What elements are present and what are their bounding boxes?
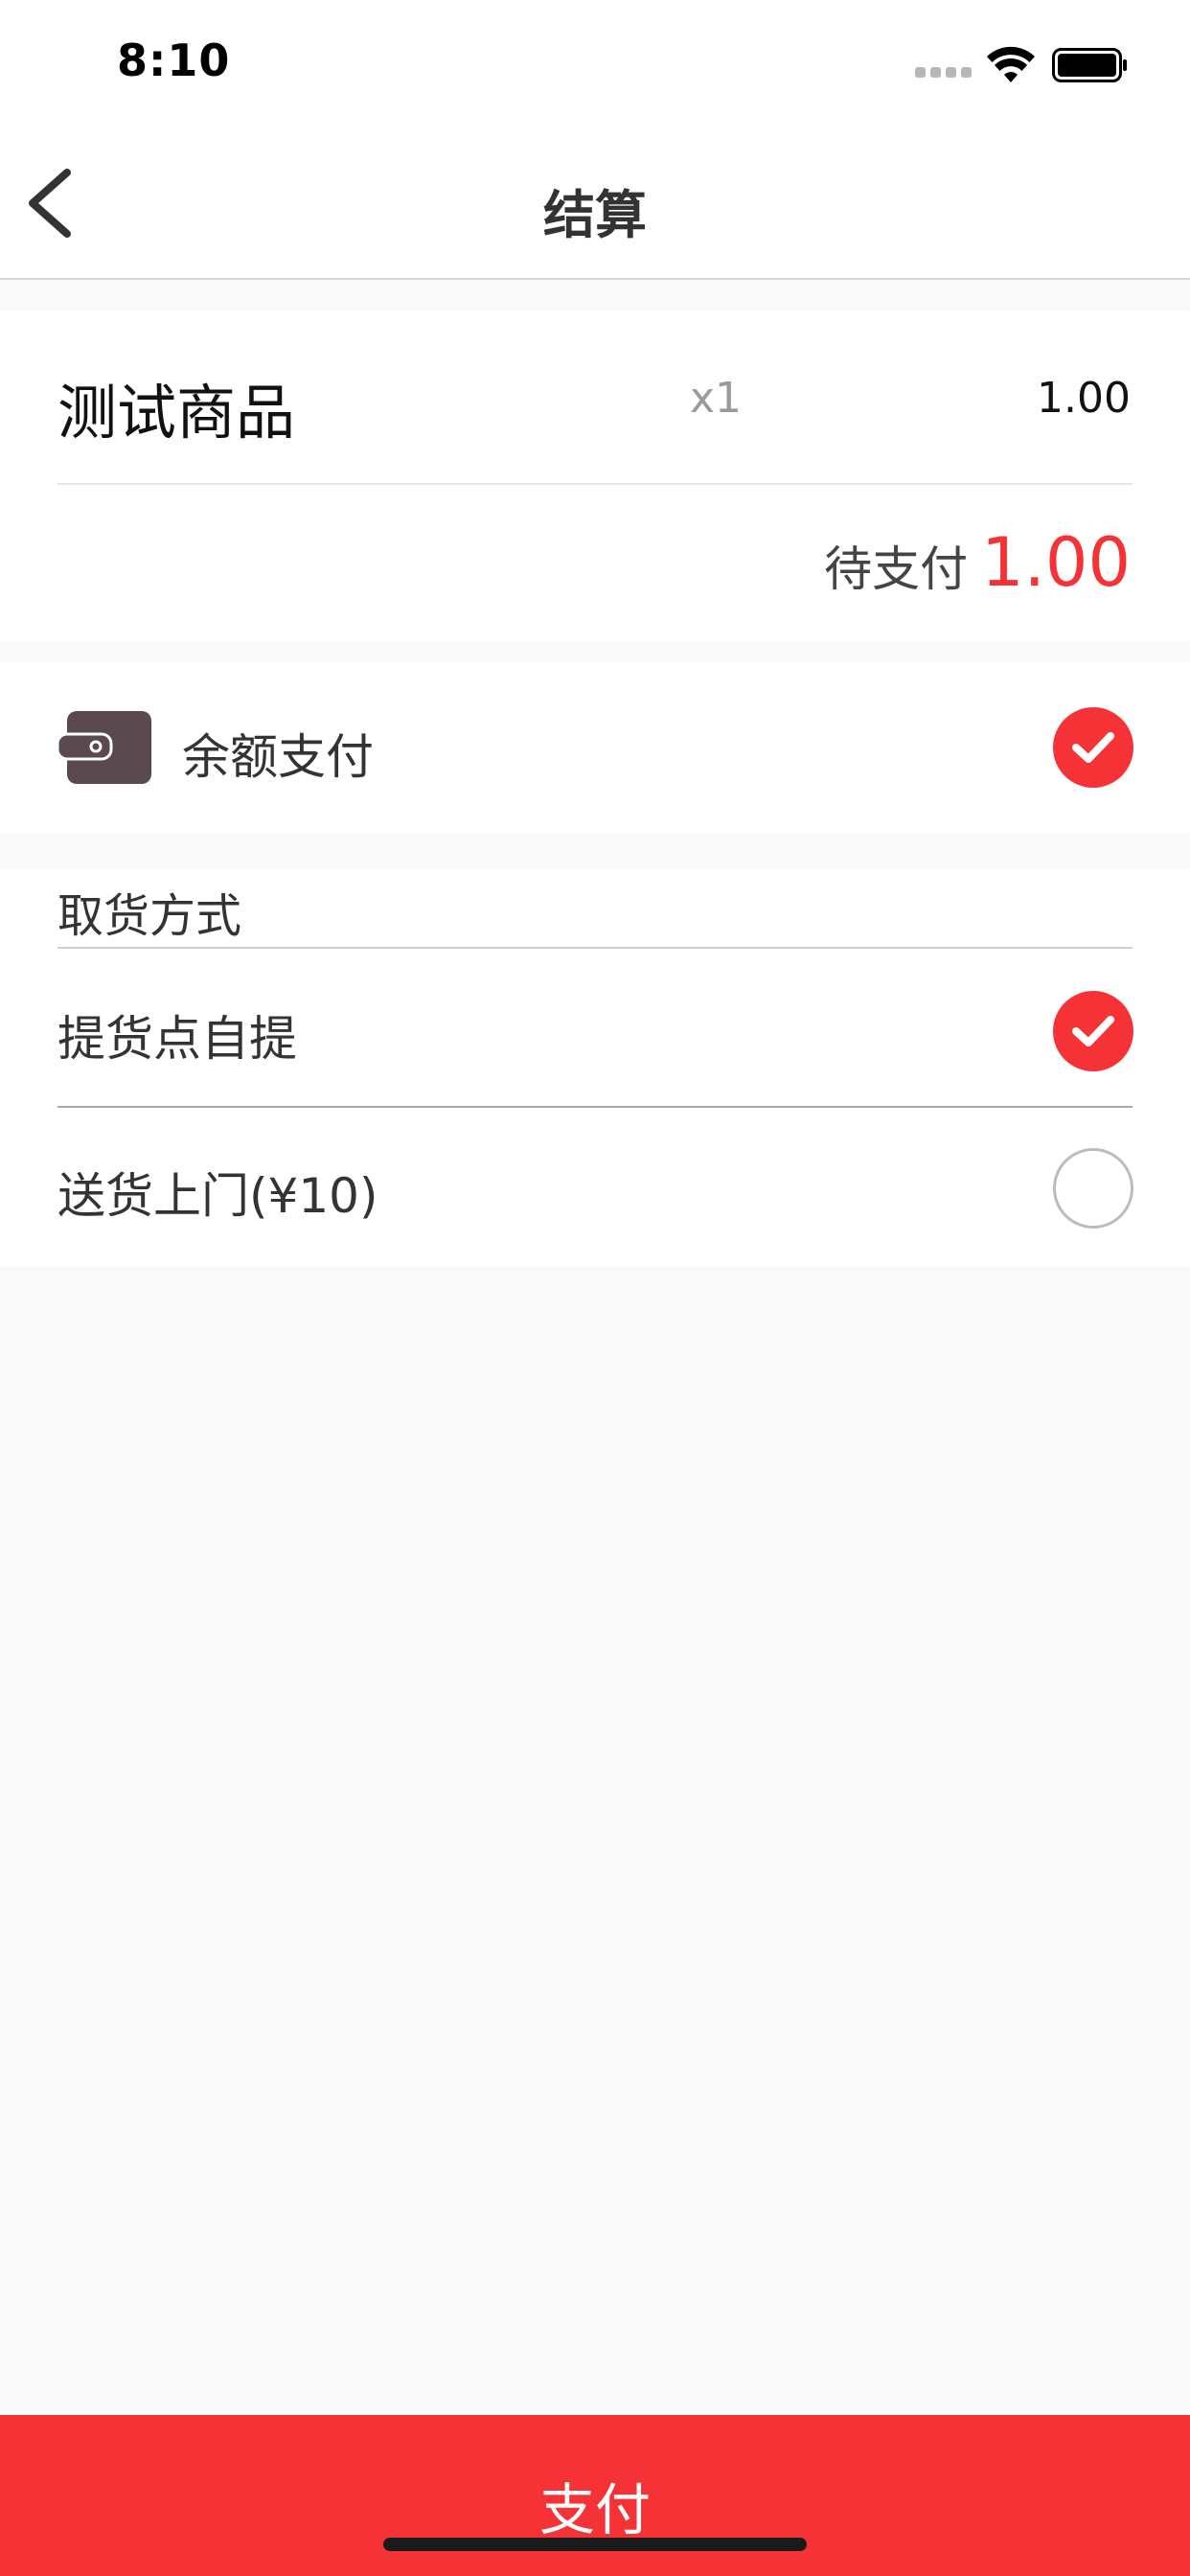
check-circle-icon[interactable] bbox=[1053, 707, 1133, 788]
product-price: 1.00 bbox=[1037, 374, 1131, 423]
pickup-method-header: 取货方式 bbox=[57, 889, 242, 943]
divider bbox=[57, 1106, 1133, 1108]
pay-button-label: 支付 bbox=[538, 2479, 651, 2542]
page-title: 结算 bbox=[543, 185, 647, 245]
pay-button[interactable]: 支付 bbox=[0, 2415, 1190, 2576]
divider bbox=[57, 947, 1133, 949]
checkout-screen: 8:10 结算 测试商品 x1 1.00 待支付 1.00 余额支付 取货方式 … bbox=[0, 0, 1190, 2576]
check-circle-icon[interactable] bbox=[1053, 991, 1133, 1071]
home-indicator bbox=[383, 2538, 807, 2551]
product-name: 测试商品 bbox=[57, 378, 296, 448]
payment-method-option[interactable]: 余额支付 bbox=[0, 661, 1190, 834]
cellular-signal-icon bbox=[915, 67, 972, 80]
battery-icon bbox=[1052, 48, 1127, 82]
amount-due: 待支付 1.00 bbox=[824, 523, 1131, 602]
status-bar: 8:10 bbox=[0, 0, 1190, 125]
order-summary-card: 测试商品 x1 1.00 待支付 1.00 bbox=[0, 310, 1190, 642]
pickup-option-label: 提货点自提 bbox=[57, 1011, 297, 1067]
radio-empty-icon[interactable] bbox=[1053, 1148, 1133, 1229]
divider bbox=[57, 483, 1133, 485]
navigation-bar: 结算 bbox=[0, 125, 1190, 280]
pickup-option-label: 送货上门(¥10) bbox=[57, 1168, 378, 1224]
amount-due-label: 待支付 bbox=[824, 541, 969, 597]
amount-due-value: 1.00 bbox=[981, 523, 1131, 602]
wallet-icon bbox=[57, 711, 151, 784]
status-time: 8:10 bbox=[117, 34, 231, 86]
product-quantity: x1 bbox=[690, 374, 743, 423]
payment-method-label: 余额支付 bbox=[182, 729, 374, 785]
pickup-method-section: 取货方式 提货点自提 送货上门(¥10) bbox=[0, 868, 1190, 1267]
wifi-icon bbox=[987, 46, 1035, 82]
